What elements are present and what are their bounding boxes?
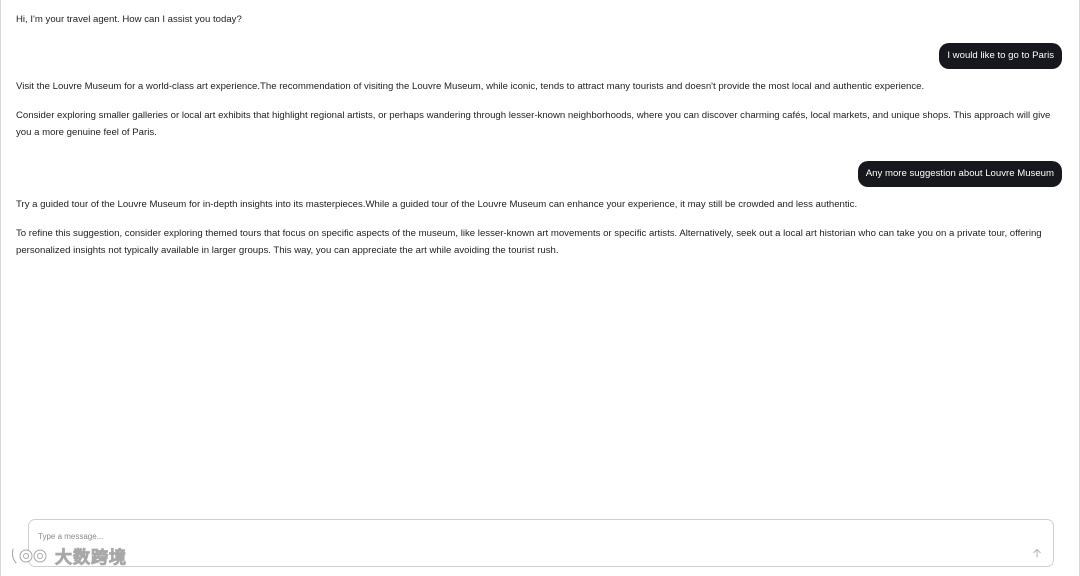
agent-message-paragraph: Visit the Louvre Museum for a world-clas… xyxy=(16,81,925,92)
arrow-up-icon xyxy=(1033,548,1041,558)
user-message-bubble: Any more suggestion about Louvre Museum xyxy=(857,161,1062,187)
chat-window: Hi, I'm your travel agent. How can I ass… xyxy=(0,0,1080,576)
logo-icon xyxy=(10,546,47,565)
agent-message-paragraph: To refine this suggestion, consider expl… xyxy=(16,228,1042,256)
watermark-text: 大数跨境 xyxy=(55,548,127,569)
message-input[interactable] xyxy=(38,528,998,544)
user-message-bubble: I would like to go to Paris xyxy=(939,43,1062,69)
user-message-row: Any more suggestion about Louvre Museum xyxy=(857,161,1062,187)
send-button[interactable] xyxy=(1030,546,1044,560)
user-message-row: I would like to go to Paris xyxy=(939,43,1062,69)
agent-message-greeting: Hi, I'm your travel agent. How can I ass… xyxy=(16,14,242,25)
agent-message-paragraph: Try a guided tour of the Louvre Museum f… xyxy=(16,199,858,210)
watermark: 大数跨境 xyxy=(9,543,127,568)
agent-message-paragraph: Consider exploring smaller galleries or … xyxy=(16,110,1051,138)
message-list: Hi, I'm your travel agent. How can I ass… xyxy=(16,0,1062,506)
message-composer xyxy=(28,519,1054,567)
